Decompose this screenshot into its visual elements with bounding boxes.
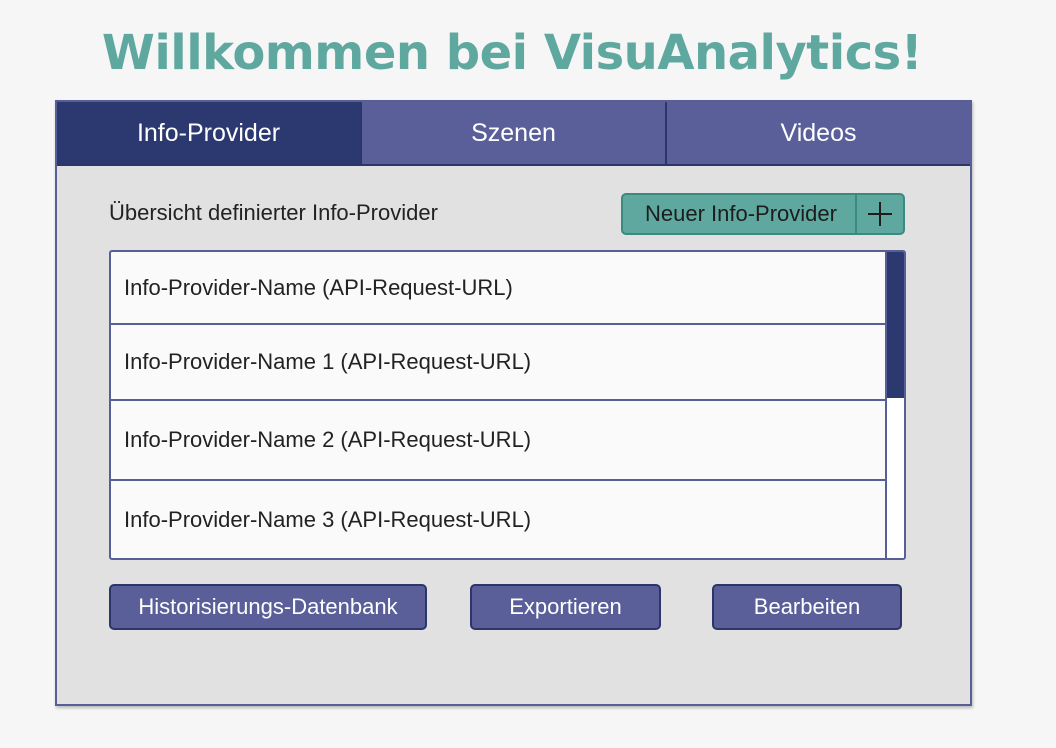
tab-info-provider[interactable]: Info-Provider	[57, 102, 360, 164]
new-info-provider-button[interactable]: Neuer Info-Provider	[621, 193, 905, 235]
plus-icon	[855, 195, 903, 233]
page-title: Willkommen bei VisuAnalytics!	[101, 25, 923, 81]
list-item[interactable]: Info-Provider-Name (API-Request-URL)	[111, 252, 885, 325]
new-info-provider-label: Neuer Info-Provider	[645, 201, 837, 226]
tab-bar: Info-Provider Szenen Videos	[57, 102, 970, 166]
overview-heading: Übersicht definierter Info-Provider	[109, 200, 438, 225]
scrollbar-thumb[interactable]	[887, 252, 904, 398]
main-panel: Info-Provider Szenen Videos Übersicht de…	[55, 100, 972, 706]
info-provider-list: Info-Provider-Name (API-Request-URL) Inf…	[109, 250, 906, 560]
list-item[interactable]: Info-Provider-Name 2 (API-Request-URL)	[111, 401, 885, 481]
tab-videos[interactable]: Videos	[665, 102, 970, 164]
list-item[interactable]: Info-Provider-Name 1 (API-Request-URL)	[111, 325, 885, 401]
tab-szenen[interactable]: Szenen	[360, 102, 665, 164]
history-database-button[interactable]: Historisierungs-Datenbank	[109, 584, 427, 630]
list-scrollbar[interactable]	[885, 252, 904, 558]
list-item[interactable]: Info-Provider-Name 3 (API-Request-URL)	[111, 481, 885, 558]
export-button[interactable]: Exportieren	[470, 584, 661, 630]
edit-button[interactable]: Bearbeiten	[712, 584, 902, 630]
